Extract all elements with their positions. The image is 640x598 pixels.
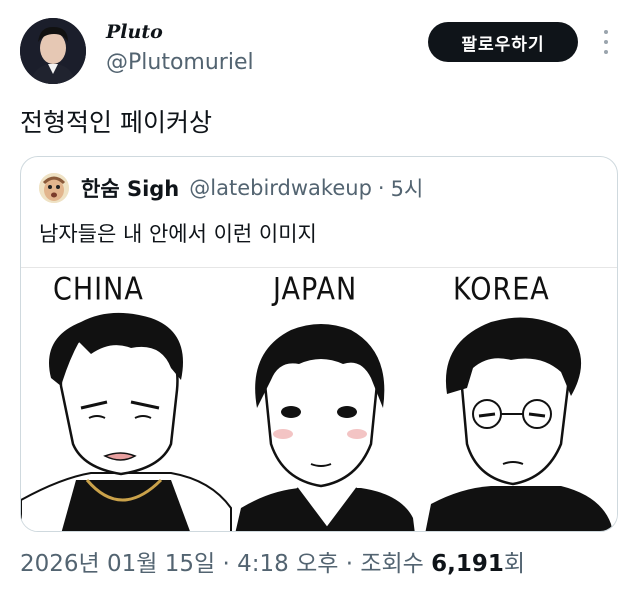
comic-label-china: CHINA bbox=[53, 271, 144, 308]
japan-figure bbox=[235, 324, 415, 531]
tweet-date[interactable]: 2026년 01월 15일 bbox=[20, 551, 215, 577]
comic-drawing bbox=[21, 312, 613, 531]
quoted-tweet[interactable]: 한숨 Sigh @latebirdwakeup · 5시 남자들은 내 안에서 … bbox=[20, 156, 618, 532]
author-names: Pluto @Plutomuriel bbox=[106, 20, 254, 78]
quoted-handle[interactable]: @latebirdwakeup bbox=[189, 176, 372, 200]
comic-label-japan: JAPAN bbox=[273, 271, 358, 308]
quoted-time[interactable]: 5시 bbox=[391, 173, 424, 203]
quoted-header: 한숨 Sigh @latebirdwakeup · 5시 bbox=[39, 173, 423, 203]
quoted-text: 남자들은 내 안에서 이런 이미지 bbox=[39, 222, 317, 246]
more-dot bbox=[604, 50, 608, 54]
comic-label-korea: KOREA bbox=[453, 271, 550, 308]
author-handle[interactable]: @Plutomuriel bbox=[106, 48, 254, 78]
follow-button[interactable]: 팔로우하기 bbox=[428, 22, 578, 62]
more-dot bbox=[604, 40, 608, 44]
quoted-comic-image[interactable]: CHINA JAPAN KOREA bbox=[21, 267, 617, 531]
korea-figure bbox=[425, 317, 613, 531]
tweet-text: 전형적인 페이커상 bbox=[20, 108, 212, 137]
quoted-avatar[interactable] bbox=[39, 173, 69, 203]
tweet-header: Pluto @Plutomuriel 팔로우하기 bbox=[20, 18, 620, 88]
meta-separator: · bbox=[345, 551, 354, 577]
views-label: 조회수 bbox=[360, 551, 424, 577]
meta-separator: · bbox=[222, 551, 230, 577]
quoted-display-name[interactable]: 한숨 Sigh bbox=[81, 173, 179, 203]
tweet-time[interactable]: 4:18 오후 bbox=[237, 551, 338, 577]
avatar-image bbox=[20, 18, 86, 84]
views-suffix: 회 bbox=[503, 551, 526, 577]
more-vertical-icon[interactable] bbox=[600, 30, 612, 54]
quoted-avatar-image bbox=[39, 173, 69, 203]
tweet-meta: 2026년 01월 15일 · 4:18 오후 · 조회수 6,191회 bbox=[20, 548, 525, 580]
quoted-separator: · bbox=[377, 176, 385, 200]
views-count: 6,191 bbox=[431, 551, 504, 577]
more-dot bbox=[604, 30, 608, 34]
author-avatar[interactable] bbox=[20, 18, 86, 84]
author-display-name[interactable]: Pluto bbox=[106, 20, 254, 44]
china-figure bbox=[21, 312, 232, 531]
